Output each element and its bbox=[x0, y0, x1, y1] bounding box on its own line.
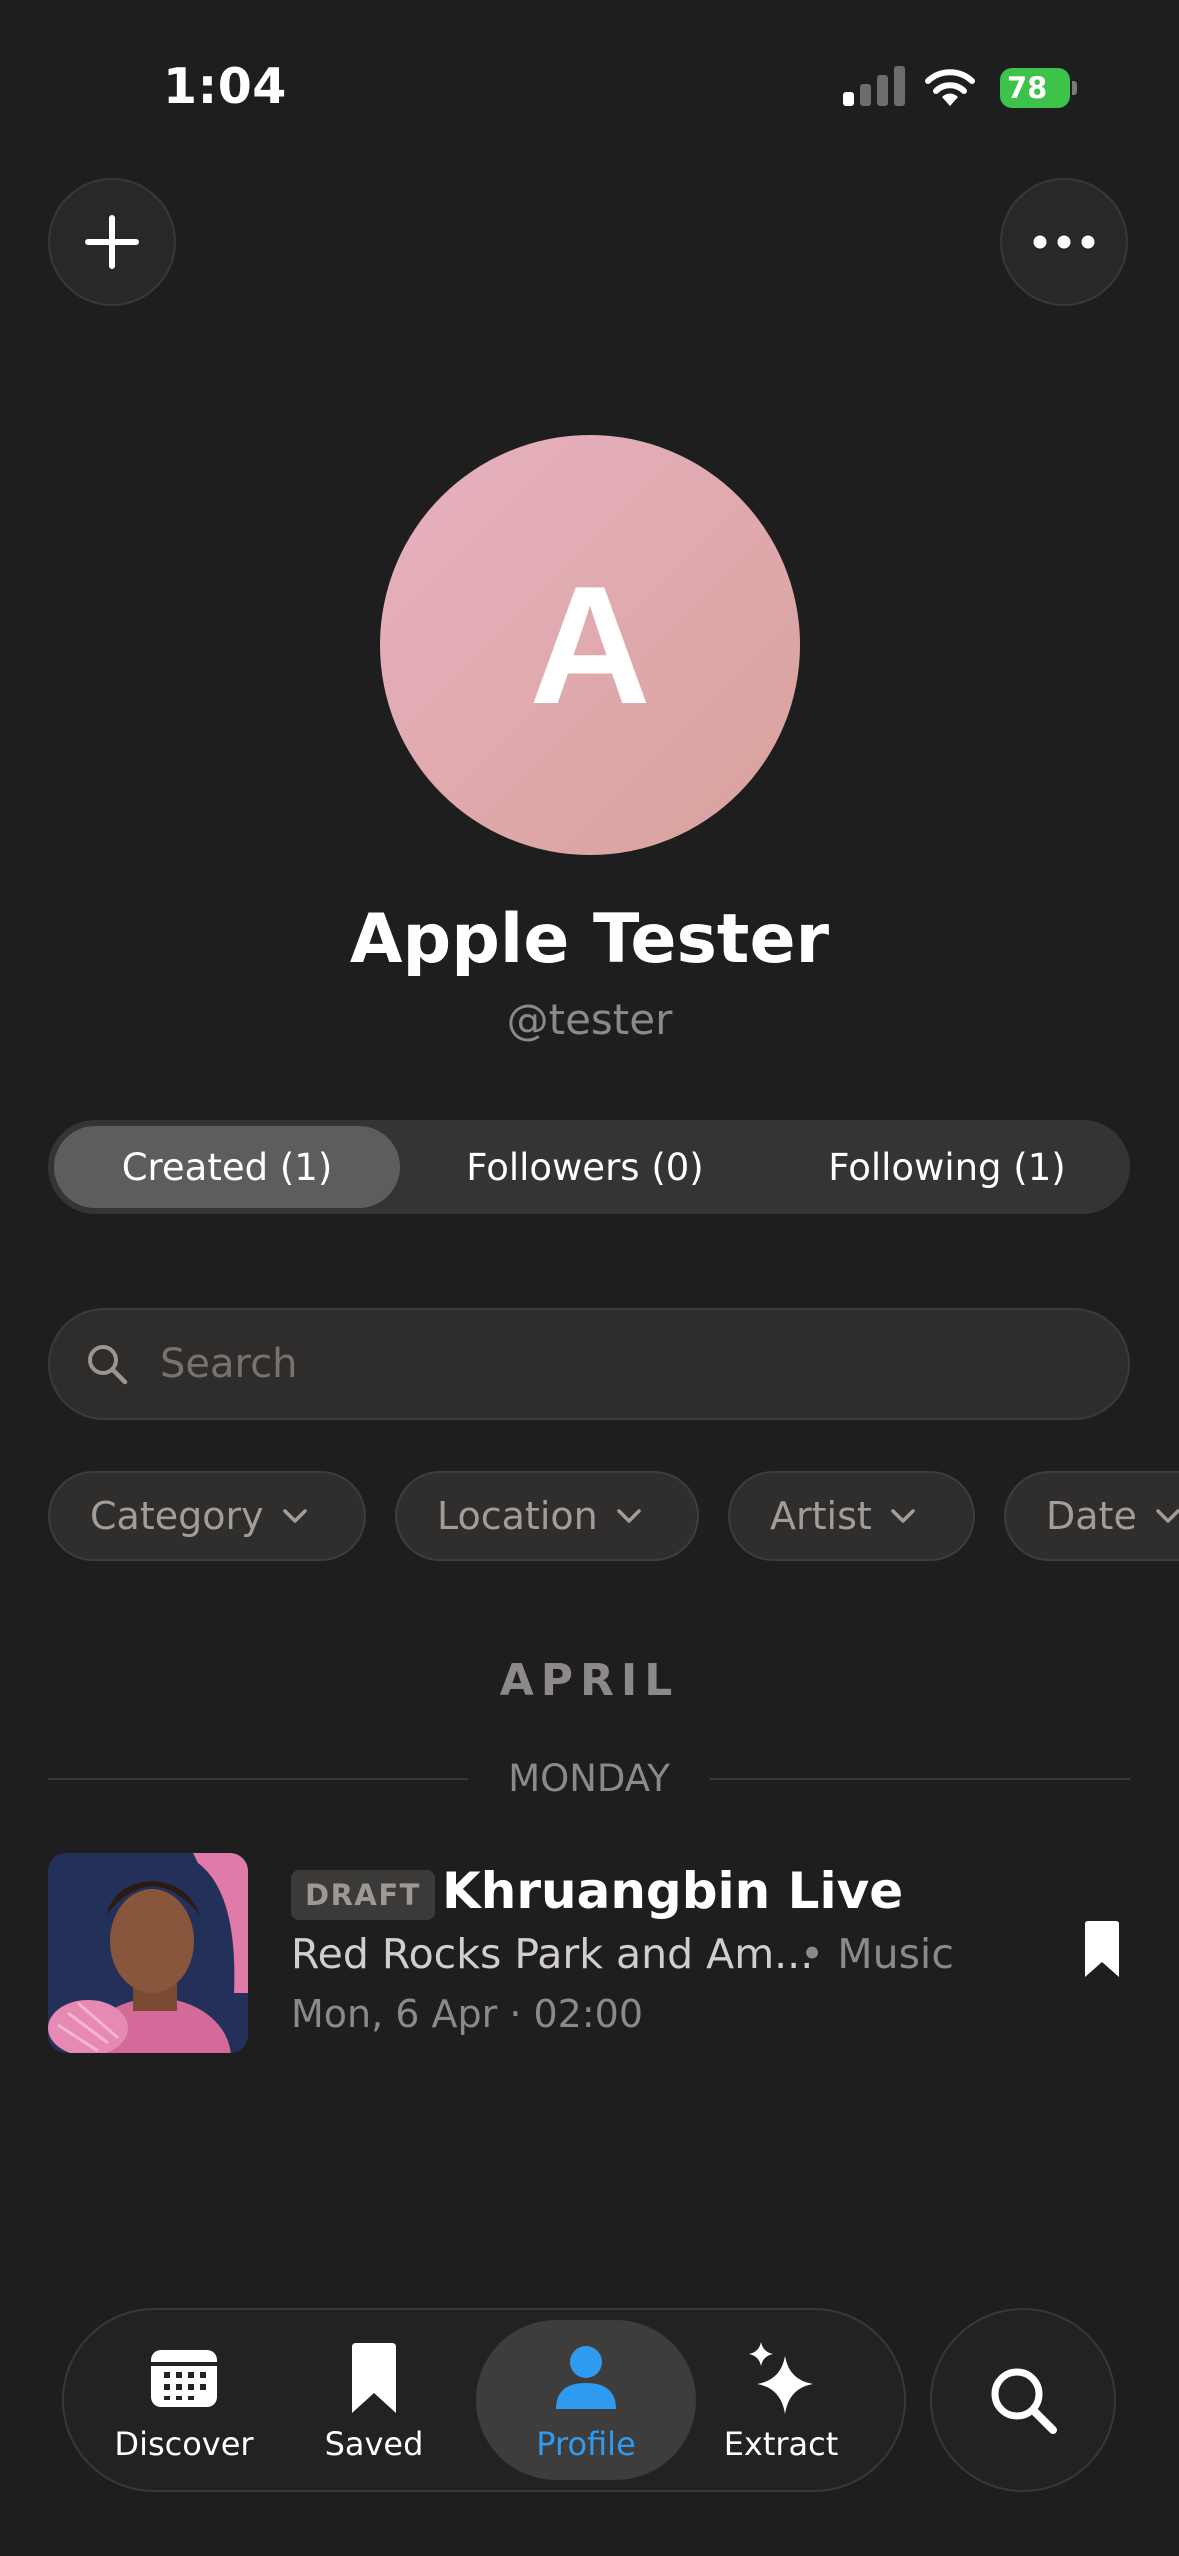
ellipsis-icon bbox=[1033, 235, 1095, 249]
day-header: MONDAY bbox=[48, 1757, 1131, 1800]
add-button[interactable] bbox=[48, 178, 176, 306]
tab-profile-label: Profile bbox=[536, 2425, 636, 2463]
sparkles-icon bbox=[749, 2342, 813, 2414]
search-input[interactable] bbox=[158, 1340, 1062, 1388]
status-time: 1:04 bbox=[163, 58, 287, 115]
search-button[interactable] bbox=[930, 2308, 1116, 2492]
profile-segment-control: Created (1) Followers (0) Following (1) bbox=[48, 1120, 1130, 1214]
chevron-down-icon bbox=[891, 1509, 915, 1523]
tab-discover-label: Discover bbox=[114, 2425, 254, 2463]
tab-created[interactable]: Created (1) bbox=[54, 1126, 400, 1208]
day-label: MONDAY bbox=[508, 1757, 670, 1800]
event-title: Khruangbin Live bbox=[442, 1862, 904, 1920]
avatar: A bbox=[380, 435, 800, 855]
profile-name: Apple Tester bbox=[349, 900, 830, 979]
tab-extract-label: Extract bbox=[723, 2425, 839, 2463]
filter-date-label: Date bbox=[1046, 1494, 1137, 1538]
person-icon bbox=[556, 2346, 616, 2409]
chevron-down-icon bbox=[616, 1509, 641, 1523]
draft-badge: DRAFT bbox=[291, 1870, 435, 1920]
filter-date[interactable]: Date bbox=[1004, 1471, 1179, 1561]
bookmark-icon bbox=[352, 2343, 396, 2413]
more-options-button[interactable] bbox=[1000, 178, 1128, 306]
search-bar[interactable] bbox=[48, 1308, 1130, 1420]
event-date: Mon, 6 Apr · 02:00 bbox=[291, 1992, 644, 2036]
tab-discover[interactable]: Discover bbox=[74, 2320, 294, 2480]
bottom-tab-bar: Discover Saved Profile Extract bbox=[62, 2308, 906, 2492]
filter-artist[interactable]: Artist bbox=[728, 1471, 975, 1561]
battery-icon: 78 bbox=[1000, 68, 1077, 108]
profile-handle: @tester bbox=[506, 995, 673, 1044]
tab-extract[interactable]: Extract bbox=[676, 2320, 886, 2480]
chevron-down-icon bbox=[282, 1509, 307, 1523]
filter-category-label: Category bbox=[90, 1494, 264, 1538]
search-icon bbox=[88, 1345, 128, 1385]
tab-following[interactable]: Following (1) bbox=[770, 1126, 1124, 1208]
filter-category[interactable]: Category bbox=[48, 1471, 366, 1561]
event-thumbnail bbox=[48, 1853, 248, 2053]
bookmark-icon[interactable] bbox=[1082, 1920, 1122, 1980]
filter-artist-label: Artist bbox=[770, 1494, 872, 1538]
filter-location-label: Location bbox=[437, 1494, 598, 1538]
event-venue: Red Rocks Park and Am... bbox=[291, 1930, 814, 1978]
tab-profile[interactable]: Profile bbox=[476, 2320, 696, 2480]
event-category: • Music bbox=[800, 1930, 954, 1978]
cellular-signal-icon bbox=[843, 66, 905, 106]
wifi-icon bbox=[924, 64, 976, 106]
filter-location[interactable]: Location bbox=[395, 1471, 699, 1561]
chevron-down-icon bbox=[1156, 1509, 1179, 1523]
calendar-icon bbox=[151, 2350, 217, 2407]
battery-level: 78 bbox=[1007, 71, 1048, 105]
tab-saved[interactable]: Saved bbox=[282, 2320, 466, 2480]
search-icon bbox=[991, 2368, 1057, 2434]
tab-saved-label: Saved bbox=[324, 2425, 424, 2463]
avatar-initial: A bbox=[529, 550, 651, 739]
month-header: APRIL bbox=[499, 1655, 680, 1706]
plus-icon bbox=[85, 215, 139, 269]
tab-followers[interactable]: Followers (0) bbox=[400, 1126, 770, 1208]
